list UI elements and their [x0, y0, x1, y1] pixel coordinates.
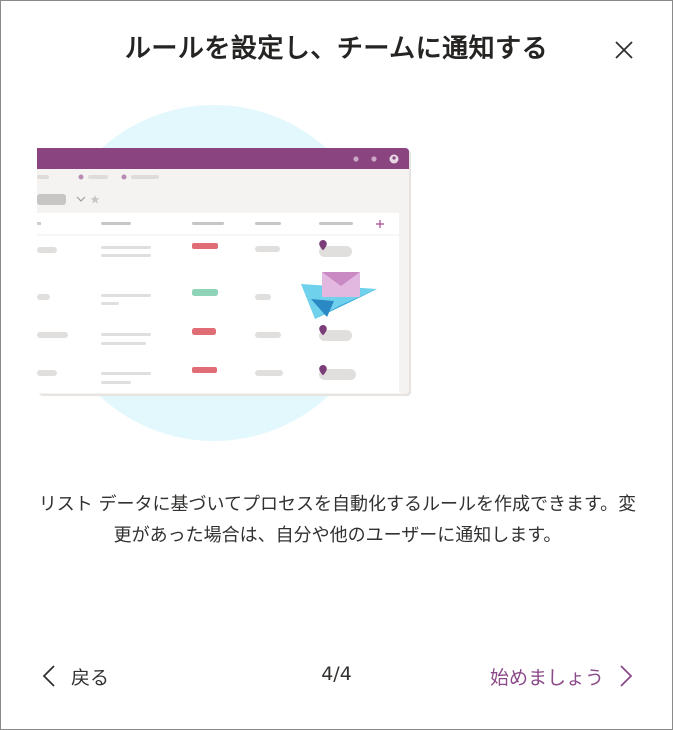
dialog-description: リスト データに基づいてプロセスを自動化するルールを作成できます。変更があった場…: [38, 494, 637, 546]
chevron-right-icon: [620, 665, 633, 687]
get-started-button-label: 始めましょう: [489, 666, 604, 689]
dialog: ルールを設定し、チームに通知する リスト データに基づいてプロセスを自動化するル…: [0, 0, 673, 730]
window-title-bar: [37, 148, 409, 169]
close-button[interactable]: [611, 37, 637, 63]
get-started-button[interactable]: 始めましょう: [490, 659, 634, 693]
dialog-title: ルールを設定し、チームに通知する: [124, 34, 549, 64]
status-chip-red: [192, 367, 217, 373]
status-chip-red: [192, 243, 218, 249]
close-icon: [615, 41, 633, 59]
status-chip-red: [192, 328, 216, 335]
status-chip-green: [192, 289, 218, 296]
rules-illustration: [37, 105, 411, 441]
envelope-icon: [322, 272, 360, 297]
